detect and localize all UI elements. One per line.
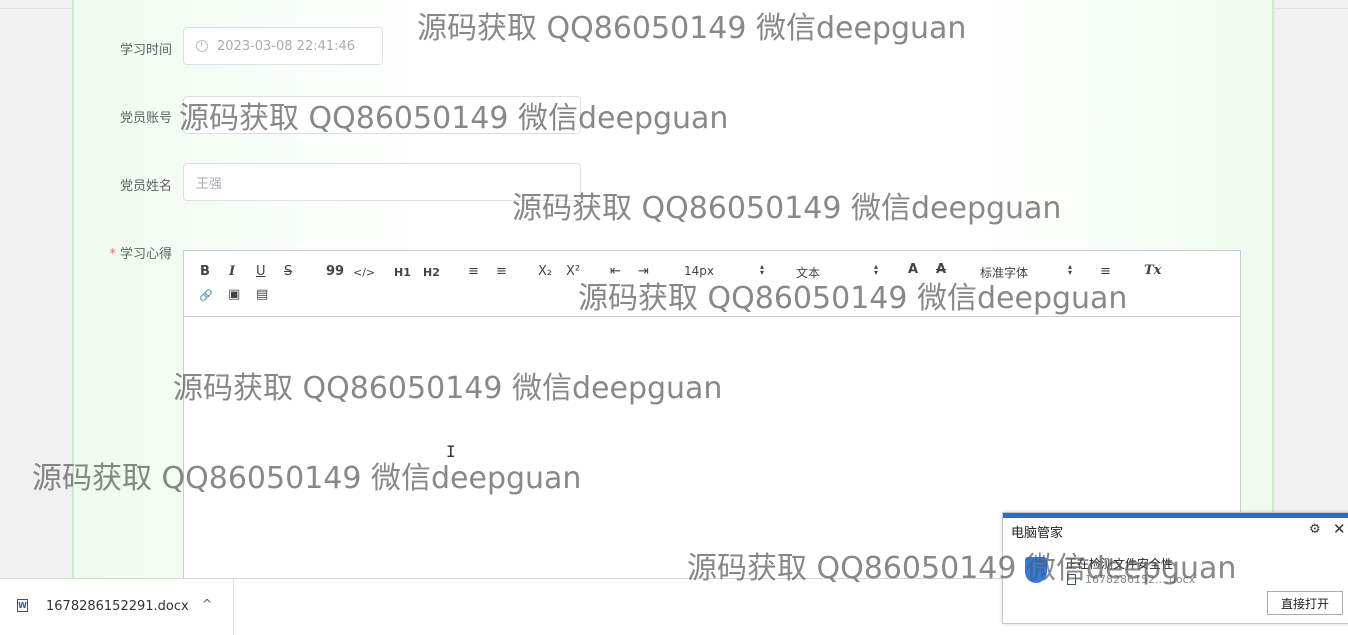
study-time-value: 2023-03-08 22:41:46 (217, 38, 356, 54)
bullet-list-icon[interactable]: ≡ (496, 264, 507, 280)
watermark: 源码获取 QQ86050149 微信deepguan (179, 101, 729, 136)
clean-format-icon[interactable]: Tx (1144, 263, 1161, 279)
watermark: 源码获取 QQ86050149 微信deepguan (417, 11, 967, 46)
blockquote-button[interactable]: 99 (326, 264, 344, 280)
watermark: 源码获取 QQ86050149 微信deepguan (32, 461, 582, 496)
member-account-label: 党员账号 (119, 111, 172, 126)
chevron-up-icon[interactable]: ^ (202, 597, 212, 611)
watermark: 源码获取 QQ86050149 微信deepguan (173, 371, 723, 406)
popup-accent-bar (1003, 513, 1348, 518)
image-icon[interactable]: ▣ (228, 287, 240, 303)
watermark: 源码获取 QQ86050149 微信deepguan (578, 281, 1128, 316)
header1-button[interactable]: H1 (394, 265, 411, 281)
gear-icon[interactable]: ⚙ (1309, 522, 1321, 537)
study-notes-label-text: 学习心得 (119, 247, 172, 262)
member-name-value: 王强 (196, 176, 223, 192)
download-item[interactable]: W 1678286152291.docx ^ (0, 579, 234, 635)
required-mark: * (109, 247, 116, 262)
study-time-field[interactable]: 2023-03-08 22:41:46 (183, 27, 383, 65)
link-icon[interactable]: 🔗 (199, 288, 213, 304)
popup-title: 电脑管家 (1011, 526, 1064, 541)
subscript-button[interactable]: X₂ (538, 264, 552, 280)
word-file-icon: W (17, 599, 28, 612)
italic-button[interactable]: I (229, 264, 235, 280)
study-notes-label: * 学习心得 (109, 243, 172, 262)
ordered-list-icon[interactable]: ≡ (468, 264, 479, 280)
clock-icon (196, 40, 208, 52)
download-file-name: 1678286152291.docx (46, 599, 189, 614)
study-time-label: 学习时间 (119, 43, 172, 58)
video-icon[interactable]: ▤ (256, 287, 268, 303)
watermark: 源码获取 QQ86050149 微信deepguan (687, 551, 1237, 586)
member-name-label: 党员姓名 (119, 179, 172, 194)
header2-button[interactable]: H2 (423, 265, 440, 281)
strike-button[interactable]: S (284, 264, 292, 280)
close-icon[interactable]: ✕ (1333, 520, 1346, 538)
watermark: 源码获取 QQ86050149 微信deepguan (512, 191, 1062, 226)
open-directly-button[interactable]: 直接打开 (1267, 591, 1343, 615)
underline-button[interactable]: U (256, 264, 266, 280)
code-block-button[interactable]: </> (353, 265, 375, 281)
bold-button[interactable]: B (200, 264, 210, 280)
